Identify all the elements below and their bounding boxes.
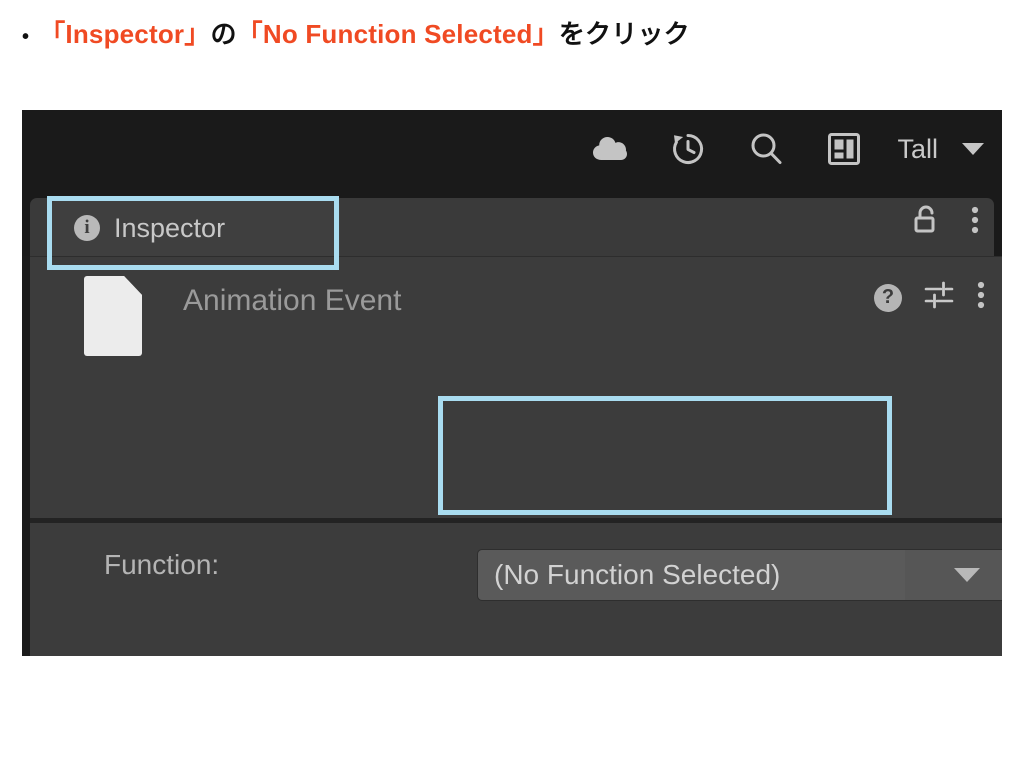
caption-part-click: をクリック <box>558 19 690 49</box>
toolbar-right-group: Tall <box>591 110 984 188</box>
caption-line: • 「Inspector」 の 「No Function Selected」 を… <box>22 14 1002 51</box>
cloud-icon[interactable] <box>591 130 629 168</box>
lock-icon[interactable] <box>912 204 940 241</box>
chevron-down-icon <box>954 568 980 582</box>
layout-dropdown-value: Tall <box>897 133 938 164</box>
inspector-tabbar: i Inspector <box>22 188 1002 256</box>
help-icon[interactable]: ? <box>874 283 902 312</box>
unity-editor-panel: Tall i Inspector Animation Event ? Funct… <box>22 110 1002 656</box>
component-title: Animation Event <box>183 284 402 317</box>
caption-part-no: の <box>210 19 237 49</box>
search-icon[interactable] <box>747 130 785 168</box>
function-dropdown[interactable]: (No Function Selected) <box>477 549 1002 601</box>
function-label: Function: <box>104 549 220 580</box>
info-icon: i <box>74 215 100 241</box>
caption-part-function: 「No Function Selected」 <box>236 19 559 49</box>
chevron-down-icon <box>962 143 984 155</box>
history-icon[interactable] <box>669 130 707 168</box>
function-dropdown-value: (No Function Selected) <box>478 550 905 600</box>
file-icon <box>82 275 144 357</box>
panel-left-edge <box>22 256 30 656</box>
tab-inspector[interactable]: i Inspector <box>52 200 340 256</box>
caption-part-inspector: 「Inspector」 <box>39 19 211 49</box>
tab-inspector-label: Inspector <box>114 212 226 243</box>
bullet-icon: • <box>22 26 30 48</box>
layout-icon[interactable] <box>825 130 863 168</box>
tabbar-actions <box>912 188 980 256</box>
more-menu-icon[interactable] <box>976 279 986 316</box>
component-header-animation-event: Animation Event ? <box>30 256 1002 521</box>
preset-settings-icon[interactable] <box>924 280 954 315</box>
editor-toolbar: Tall <box>22 110 1002 188</box>
component-header-actions: ? <box>874 279 986 316</box>
more-menu-icon[interactable] <box>970 204 980 241</box>
slide-root: • 「Inspector」 の 「No Function Selected」 を… <box>0 0 1024 768</box>
layout-dropdown[interactable]: Tall <box>897 134 984 165</box>
property-area: Function: (No Function Selected) <box>30 523 1002 656</box>
